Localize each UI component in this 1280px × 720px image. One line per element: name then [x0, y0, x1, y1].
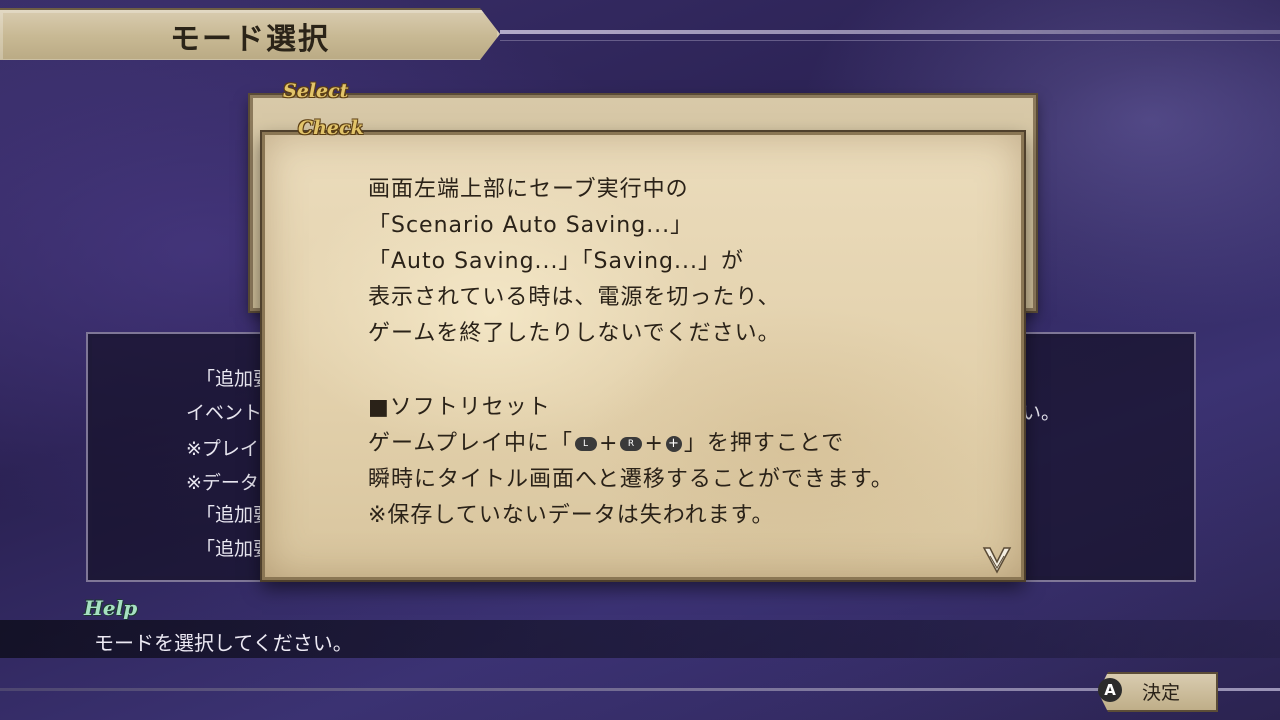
soft-reset-heading: ■ソフトリセット: [368, 395, 551, 420]
info-line-right: い。: [1022, 402, 1061, 424]
soft-reset-line2: 瞬時にタイトル画面へと遷移することができます。: [368, 467, 894, 492]
r-button-icon: R: [620, 437, 643, 451]
message-line: ゲームを終了したりしないでください。: [368, 321, 781, 346]
plus-sign: +: [644, 431, 664, 456]
message-line: 「Auto Saving...」「Saving...」が: [368, 249, 745, 274]
soft-reset-suffix: 」を押すことで: [683, 431, 845, 456]
a-button-icon: A: [1098, 678, 1122, 702]
chevron-down-icon[interactable]: [982, 542, 1012, 578]
soft-reset-line3: ※保存していないデータは失われます。: [368, 503, 775, 528]
bottom-divider: [0, 688, 1280, 691]
message-line: 画面左端上部にセーブ実行中の: [368, 177, 689, 202]
plus-sign: +: [599, 431, 619, 456]
help-text: モードを選択してください。: [94, 631, 353, 655]
soft-reset-info: ■ソフトリセット ゲームプレイ中に「 L + R + + 」を押すことで 瞬時にタイトル画面…: [368, 390, 894, 534]
plus-button-icon: +: [665, 436, 682, 452]
info-line: 「追加要: [196, 368, 273, 390]
autosave-warning: 画面左端上部にセーブ実行中の 「Scenario Auto Saving...」…: [368, 172, 781, 352]
message-line: 表示されている時は、電源を切ったり、: [368, 285, 781, 310]
info-line: ※データ: [186, 472, 259, 494]
info-line: イベント: [186, 402, 263, 424]
soft-reset-line1: ゲームプレイ中に「 L + R + + 」を押すことで: [368, 426, 894, 462]
title-divider: [500, 30, 1280, 34]
help-label: Help: [84, 596, 138, 620]
l-button-icon: L: [575, 437, 598, 451]
confirm-label: 決定: [1142, 682, 1181, 704]
info-line: 「追加要: [196, 538, 273, 560]
info-line: ※プレイ: [186, 438, 259, 460]
title-divider-thin: [500, 40, 1280, 41]
message-line: 「Scenario Auto Saving...」: [368, 213, 694, 238]
select-label: Select: [283, 80, 349, 102]
info-line: 「追加要: [196, 504, 273, 526]
page-title: モード選択: [170, 22, 330, 57]
soft-reset-prefix: ゲームプレイ中に「: [368, 431, 574, 456]
check-label: Check: [298, 117, 364, 139]
